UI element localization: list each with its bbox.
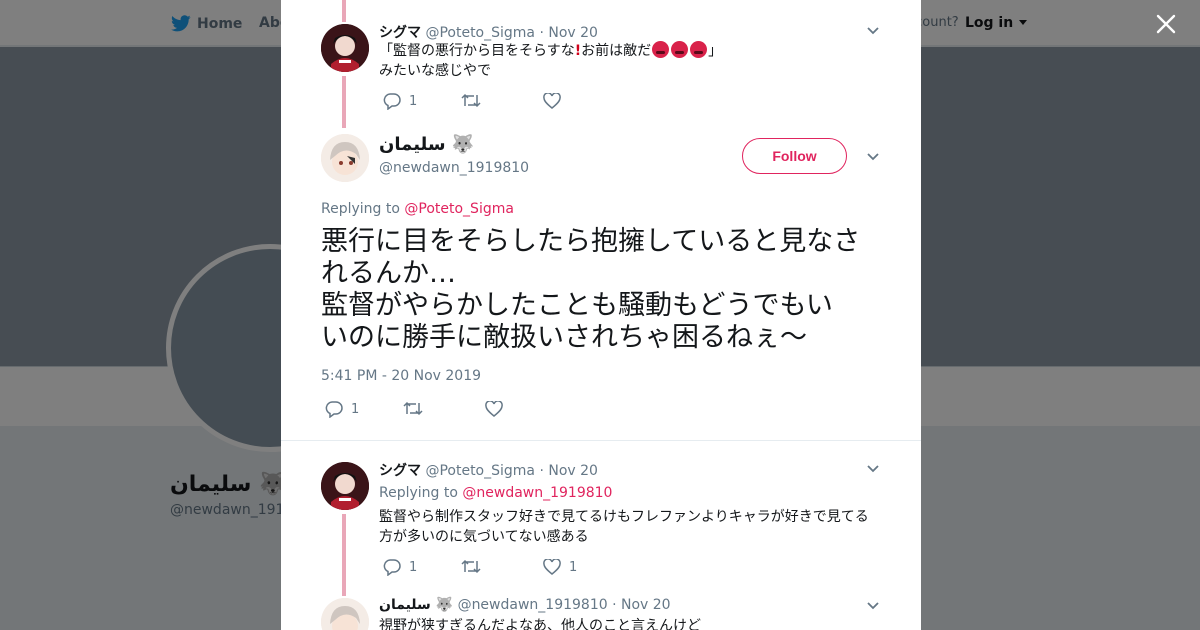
tweet-actions: 1 [325, 401, 525, 419]
author-name[interactable]: シグマ [379, 463, 421, 479]
tweet-actions: 1 1 [383, 559, 603, 577]
like-button[interactable] [543, 93, 561, 109]
retweet-button[interactable] [461, 559, 481, 574]
reply-button[interactable]: 1 [383, 93, 417, 110]
replying-to: Replying to @newdawn_1919810 [379, 485, 613, 501]
avatar[interactable] [321, 134, 369, 182]
author-name[interactable]: سليمان 🐺 [379, 134, 474, 155]
tweet-timestamp[interactable]: 5:41 PM - 20 Nov 2019 [321, 368, 481, 384]
angry-face-icon [652, 41, 670, 58]
avatar-image [321, 598, 369, 630]
heart-icon [543, 559, 561, 575]
chevron-down-icon[interactable] [866, 599, 880, 613]
angry-face-icon [690, 41, 708, 58]
chevron-down-icon[interactable] [866, 462, 880, 476]
angry-face-icon [671, 41, 689, 58]
tweet-text: 「監督の悪行から目をそらすな!お前は敵だ」 みたいな感じやで [379, 41, 723, 79]
like-button[interactable]: 1 [543, 559, 577, 575]
author-name[interactable]: シグマ [379, 25, 421, 41]
retweet-icon [461, 559, 481, 574]
retweet-button[interactable] [461, 93, 481, 108]
reply-count: 1 [409, 94, 418, 109]
thread-line [342, 76, 346, 128]
tweet-text: 監督やら制作スタッフ好きで見てるけもフレファンよりキャラが好きで見てる 方が多い… [379, 509, 869, 545]
replying-to: Replying to @Poteto_Sigma [321, 201, 514, 217]
author-handle[interactable]: @newdawn_1919810 [379, 160, 529, 176]
reply-count: 1 [351, 402, 360, 417]
reply-icon [325, 401, 343, 418]
reply-icon [383, 559, 401, 576]
heart-icon [543, 93, 561, 109]
chevron-down-icon[interactable] [866, 24, 880, 38]
like-button[interactable] [485, 401, 503, 417]
avatar[interactable] [321, 24, 369, 72]
author-handle[interactable]: @Poteto_Sigma [425, 463, 535, 479]
tweet-date[interactable]: Nov 20 [548, 25, 598, 41]
tweet-date[interactable]: Nov 20 [621, 597, 671, 613]
reply-count: 1 [409, 560, 418, 575]
tweet-text: 悪行に目をそらしたら抱擁していると見なさ れるんか… 監督がやらかしたことも騒動… [321, 226, 861, 353]
replying-to-link[interactable]: @newdawn_1919810 [462, 485, 612, 501]
reply-icon [383, 93, 401, 110]
tweet-header: シグマ @Poteto_Sigma · Nov 20 [379, 25, 598, 41]
avatar[interactable] [321, 462, 369, 510]
avatar[interactable] [321, 598, 369, 630]
chevron-down-icon[interactable] [866, 150, 880, 164]
author-handle[interactable]: @Poteto_Sigma [425, 25, 535, 41]
retweet-icon [461, 93, 481, 108]
replying-to-link[interactable]: @Poteto_Sigma [404, 201, 514, 217]
thread-line [342, 0, 346, 22]
tweet-actions: 1 [383, 93, 583, 111]
author-handle[interactable]: @newdawn_1919810 [458, 597, 608, 613]
author-name[interactable]: سليمان 🐺 [379, 597, 453, 613]
avatar-image [321, 134, 369, 182]
close-button[interactable] [1154, 12, 1178, 36]
tweet-text: 視野が狭すぎるんだよなあ、他人のこと言えんけど [379, 618, 701, 630]
heart-icon [485, 401, 503, 417]
tweet-header: シグマ @Poteto_Sigma · Nov 20 [379, 463, 598, 479]
reply-button[interactable]: 1 [383, 559, 417, 576]
divider [281, 440, 921, 441]
reply-button[interactable]: 1 [325, 401, 359, 418]
retweet-button[interactable] [403, 401, 423, 416]
close-icon [1156, 14, 1176, 34]
tweet-date[interactable]: Nov 20 [548, 463, 598, 479]
tweet-modal: シグマ @Poteto_Sigma · Nov 20 「監督の悪行から目をそらす… [281, 0, 921, 630]
tweet-header: سليمان 🐺 @newdawn_1919810 · Nov 20 [379, 597, 671, 613]
thread-line [342, 514, 346, 596]
retweet-icon [403, 401, 423, 416]
avatar-image [321, 24, 369, 72]
avatar-image [321, 462, 369, 510]
like-count: 1 [569, 559, 578, 575]
follow-button[interactable]: Follow [742, 138, 847, 174]
